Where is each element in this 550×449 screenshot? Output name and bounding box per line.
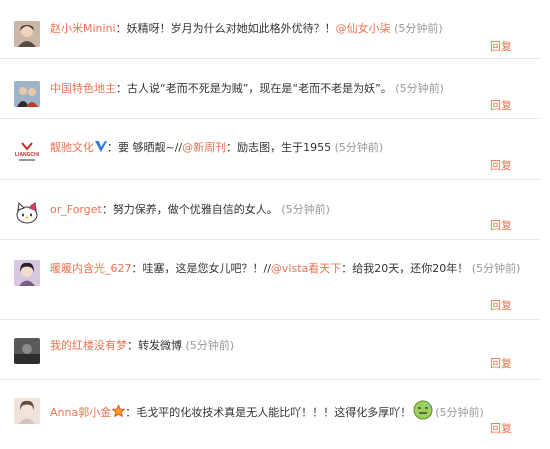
comment-username[interactable]: or_Forget: [50, 203, 102, 216]
comment-username[interactable]: 赵小米Minini: [50, 22, 116, 35]
comment-text: 古人说“老而不死是为贼”，现在是“老而不老是为妖”。: [127, 82, 392, 95]
separator: ：: [115, 22, 127, 35]
star-badge-icon[interactable]: [111, 403, 126, 423]
avatar[interactable]: LIANGCHI: [14, 139, 40, 165]
reply-button[interactable]: 回复: [490, 297, 512, 313]
comment-username[interactable]: Anna郭小金: [50, 406, 111, 419]
comment-text: 妖精呀！岁月为什么对她如此格外优待？！: [126, 22, 336, 35]
comment-time: (5分钟前): [281, 203, 330, 216]
comment-username[interactable]: 中国特色地主: [50, 82, 116, 95]
comment-item: 我的红楼没有梦：转发微博 (5分钟前) 回复: [0, 320, 540, 380]
comment-item: 中国特色地主：古人说“老而不死是为贼”，现在是“老而不老是为妖”。 (5分钟前)…: [0, 59, 540, 119]
verified-v-icon[interactable]: [95, 139, 107, 158]
reply-button[interactable]: 回复: [490, 38, 512, 54]
mention-link[interactable]: @vista看天下: [271, 262, 341, 275]
comment-username[interactable]: 靓驰文化: [50, 141, 94, 154]
reply-button[interactable]: 回复: [490, 97, 512, 113]
comment-text-2: ：励志图，生于1955: [226, 141, 332, 154]
comment-text: 毛戈平的化妆技术真是无人能比吖！！！这得化多厚吖！: [136, 406, 412, 419]
reply-button[interactable]: 回复: [490, 355, 512, 371]
avatar[interactable]: [14, 338, 40, 364]
comment-item: 赵小米Minini：妖精呀！岁月为什么对她如此格外优待？！@仙女小柒 (5分钟前…: [0, 0, 540, 59]
comment-time: (5分钟前): [394, 22, 443, 35]
woman-avatar-icon: [14, 260, 40, 286]
separator: ：: [127, 339, 138, 352]
comment-time: (5分钟前): [185, 339, 235, 352]
logo-text: LIANGCHI: [15, 152, 40, 158]
comment-text: 转发微博: [138, 339, 182, 352]
comment-username[interactable]: 我的红楼没有梦: [50, 339, 127, 352]
comment-text-2: ：给我20天，还你20年！: [341, 262, 469, 275]
comment-text: 要 够晒靓~//: [118, 141, 183, 154]
mention-link[interactable]: @仙女小柒: [336, 22, 391, 35]
woman-avatar-icon: [14, 398, 40, 424]
sweat-face-emoji-icon: [413, 400, 433, 426]
separator: ：: [125, 406, 137, 419]
separator: ：: [107, 141, 118, 154]
dark-photo-avatar-icon: [14, 338, 40, 364]
comment-time: (5分钟前): [435, 406, 484, 419]
comment-username[interactable]: 暖暖内含光_627: [50, 262, 132, 275]
comment-item: 暖暖内含光_627：哇塞，这是您女儿吧？！//@vista看天下：给我20天，还…: [0, 240, 540, 320]
comment-text: 哇塞，这是您女儿吧？！//: [142, 262, 271, 275]
hello-kitty-avatar-icon: [14, 200, 40, 226]
comment-item: or_Forget：努力保养，做个优雅自信的女人。 (5分钟前) 回复: [0, 180, 540, 240]
avatar[interactable]: [14, 260, 40, 286]
comment-time: (5分钟前): [395, 82, 444, 95]
reply-button[interactable]: 回复: [490, 157, 512, 173]
reply-button[interactable]: 回复: [490, 217, 512, 233]
separator: ：: [131, 262, 143, 275]
avatar[interactable]: [14, 81, 40, 107]
comment-item: LIANGCHI 靓驰文化 ：要 够晒靓~//@新周刊：励志图，生于1955 (5…: [0, 119, 540, 180]
avatar[interactable]: [14, 398, 40, 424]
liangchi-logo-icon: LIANGCHI: [14, 139, 40, 165]
avatar[interactable]: [14, 200, 40, 226]
reply-button[interactable]: 回复: [490, 420, 512, 436]
separator: ：: [116, 82, 127, 95]
comment-time: (5分钟前): [334, 141, 384, 154]
separator: ：: [101, 203, 113, 216]
comment-time: (5分钟前): [471, 262, 521, 275]
comment-item: Anna郭小金 ：毛戈平的化妆技术真是无人能比吖！！！这得化多厚吖！ (5分钟前) …: [0, 380, 540, 448]
comment-list: 赵小米Minini：妖精呀！岁月为什么对她如此格外优待？！@仙女小柒 (5分钟前…: [0, 0, 550, 449]
avatar[interactable]: [14, 21, 40, 47]
comment-text: 努力保养，做个优雅自信的女人。: [112, 203, 278, 216]
woman-avatar-icon: [14, 21, 40, 47]
mention-link[interactable]: @新周刊: [182, 141, 226, 154]
couple-avatar-icon: [14, 81, 40, 107]
